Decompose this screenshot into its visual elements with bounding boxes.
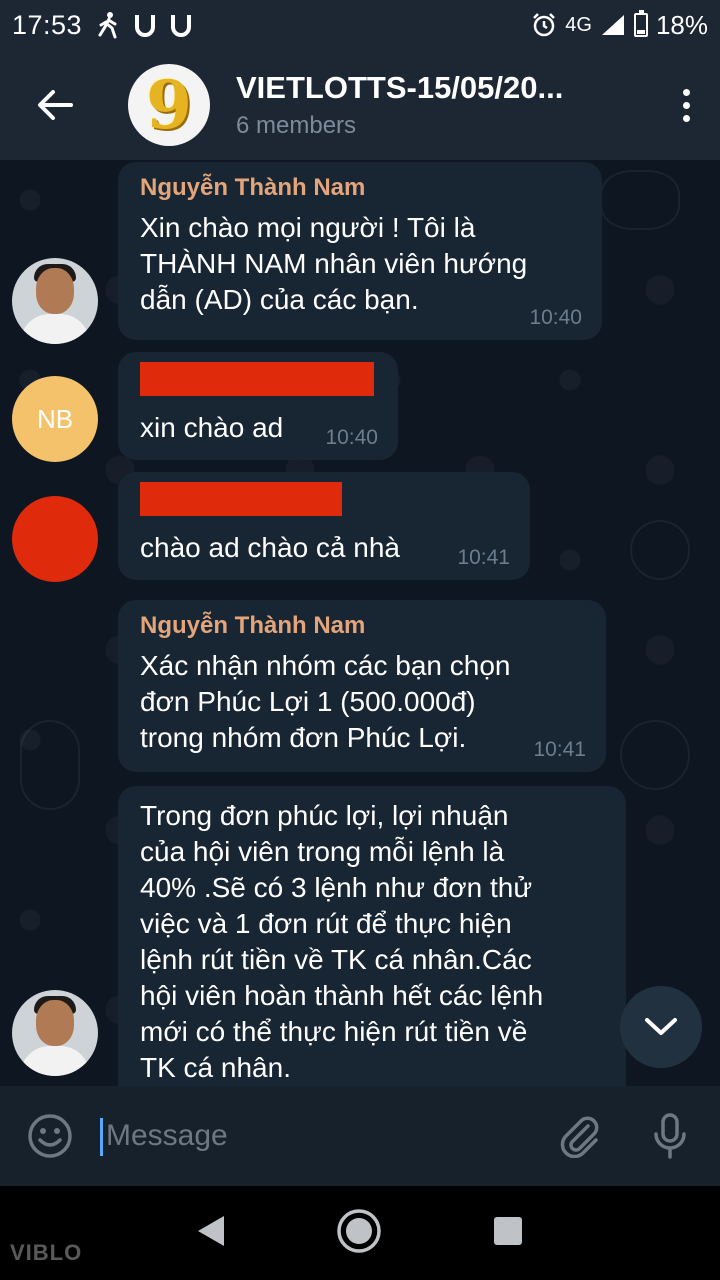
avatar-initials: NB — [36, 403, 74, 434]
sender-avatar[interactable]: NB — [12, 376, 98, 462]
background-doodle — [600, 170, 680, 230]
member-count: 6 members — [236, 112, 357, 139]
background-doodle — [630, 520, 690, 580]
signal-icon — [600, 13, 626, 37]
background-doodle — [20, 720, 80, 810]
back-button[interactable] — [0, 50, 110, 160]
status-time: 17:53 — [12, 9, 83, 40]
alarm-icon — [531, 12, 557, 38]
message-text: Trong đơn phúc lợi, lợi nhuận của hội vi… — [140, 800, 544, 1083]
nav-recents-button[interactable] — [492, 1215, 524, 1252]
message-bubble[interactable]: Nguyễn Thành Nam Xác nhận nhóm các bạn c… — [118, 600, 606, 772]
text-caret — [100, 1118, 103, 1156]
group-avatar[interactable]: 9 — [128, 64, 210, 146]
triangle-back-icon — [198, 1215, 224, 1246]
chat-info[interactable]: VIETLOTTS-15/05/20... 6 members — [236, 70, 656, 140]
paperclip-icon — [560, 1116, 599, 1158]
square-recents-icon — [494, 1216, 522, 1245]
message-time: 10:40 — [529, 306, 582, 329]
message-time: 10:41 — [533, 738, 586, 761]
system-nav-bar — [0, 1186, 720, 1280]
redacted-name — [140, 482, 342, 516]
message-text: chào ad chào cả nhà — [140, 532, 400, 563]
message-time: 10:41 — [457, 546, 510, 569]
message-bubble[interactable]: Trong đơn phúc lợi, lợi nhuận của hội vi… — [118, 786, 626, 1086]
chat-title: VIETLOTTS-15/05/20... — [236, 70, 564, 105]
redacted-name — [140, 362, 374, 396]
arrow-left-icon — [38, 90, 73, 120]
message-text: Xác nhận nhóm các bạn chọn đơn Phúc Lợi … — [140, 650, 511, 753]
microphone-icon — [654, 1113, 686, 1159]
chat-header: 9 VIETLOTTS-15/05/20... 6 members — [0, 50, 720, 160]
sender-avatar[interactable] — [12, 258, 98, 344]
sender-avatar[interactable] — [12, 496, 98, 582]
message-input[interactable]: Message — [100, 1106, 540, 1166]
group-avatar-digit: 9 — [146, 66, 192, 144]
status-bar: 17:53 4G 18% — [0, 0, 720, 50]
message-bubble[interactable]: Nguyễn Thành Nam Xin chào mọi người ! Tô… — [118, 162, 602, 340]
sender-name[interactable]: Nguyễn Thành Nam — [140, 174, 580, 202]
chat-area[interactable]: Nguyễn Thành Nam Xin chào mọi người ! Tô… — [0, 160, 720, 1086]
network-type: 4G — [565, 13, 592, 36]
chevron-down-icon — [645, 1018, 677, 1035]
message-time: 10:40 — [325, 426, 378, 449]
sender-avatar[interactable] — [12, 990, 98, 1076]
voice-message-button[interactable] — [620, 1086, 720, 1186]
message-placeholder: Message — [106, 1119, 228, 1152]
walking-icon — [96, 11, 120, 39]
sender-name[interactable]: Nguyễn Thành Nam — [140, 612, 584, 640]
u-icon — [134, 13, 156, 37]
scroll-down-button[interactable] — [620, 986, 702, 1068]
battery-percent: 18% — [655, 9, 708, 40]
background-doodle — [620, 720, 690, 790]
more-options-button[interactable] — [656, 50, 716, 160]
nav-home-button[interactable] — [336, 1208, 382, 1259]
nav-back-button[interactable] — [196, 1214, 226, 1253]
u-icon — [170, 13, 192, 37]
emoji-button[interactable] — [0, 1086, 100, 1186]
more-vert-icon — [682, 88, 690, 122]
message-text: Xin chào mọi người ! Tôi là THÀNH NAM nh… — [140, 212, 528, 315]
battery-icon — [633, 10, 648, 37]
watermark: VIBLO — [10, 1240, 83, 1265]
attach-button[interactable] — [540, 1086, 620, 1186]
smile-icon — [28, 1114, 72, 1158]
message-bubble[interactable]: xin chào ad 10:40 — [118, 352, 398, 460]
message-composer: Message — [0, 1086, 720, 1186]
message-bubble[interactable]: chào ad chào cả nhà 10:41 — [118, 472, 530, 580]
home-circle-icon — [337, 1208, 381, 1253]
